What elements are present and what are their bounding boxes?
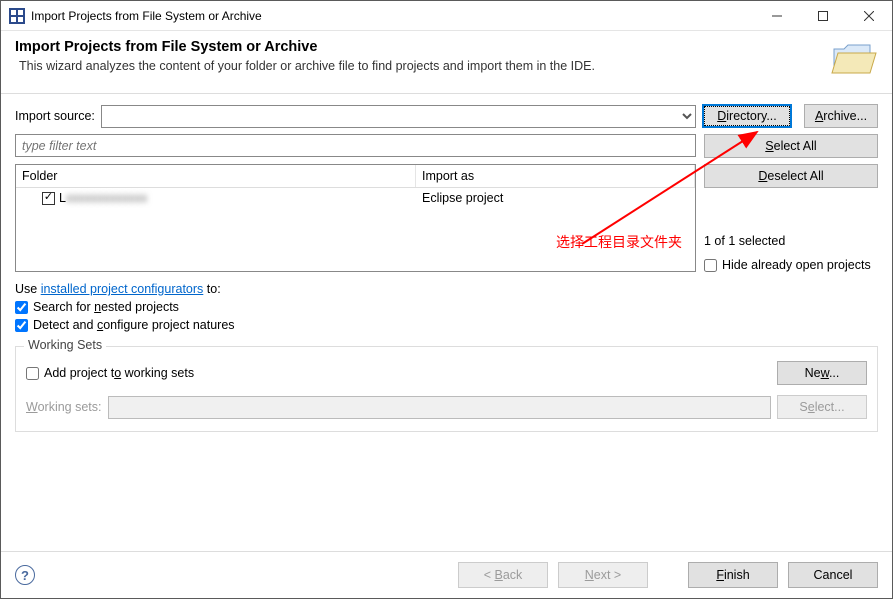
add-to-ws-label: Add project to working sets	[44, 366, 194, 380]
working-sets-title: Working Sets	[24, 338, 106, 352]
finish-button[interactable]: Finish	[688, 562, 778, 588]
hide-open-label: Hide already open projects	[722, 258, 871, 272]
table-header: Folder Import as	[16, 165, 695, 188]
wizard-content: Import source: Directory... Archive... S…	[1, 94, 892, 551]
search-nested-checkbox[interactable]	[15, 301, 28, 314]
table-row[interactable]: Lxxxxxxxxxxxxx Eclipse project	[16, 188, 695, 208]
folder-open-icon	[830, 39, 878, 79]
wizard-header: Import Projects from File System or Arch…	[1, 31, 892, 93]
cancel-button[interactable]: Cancel	[788, 562, 878, 588]
import-source-combo[interactable]	[101, 105, 696, 128]
window-title: Import Projects from File System or Arch…	[31, 9, 754, 23]
archive-button[interactable]: Archive...	[804, 104, 878, 128]
wizard-description: This wizard analyzes the content of your…	[19, 59, 822, 73]
filter-input[interactable]	[15, 134, 696, 157]
add-to-ws-row[interactable]: Add project to working sets	[26, 366, 771, 380]
detect-configure-label: Detect and configure project natures	[33, 318, 235, 332]
wizard-footer: ? < Back Next > Finish Cancel	[1, 551, 892, 598]
projects-table[interactable]: Folder Import as Lxxxxxxxxxxxxx Eclipse …	[15, 164, 696, 272]
working-sets-group: Working Sets Add project to working sets…	[15, 346, 878, 432]
maximize-button[interactable]	[800, 1, 846, 30]
row-checkbox[interactable]	[42, 192, 55, 205]
add-to-ws-checkbox[interactable]	[26, 367, 39, 380]
select-all-button[interactable]: Select All	[704, 134, 878, 158]
hide-open-checkbox[interactable]	[704, 259, 717, 272]
installed-configurators-link[interactable]: installed project configurators	[41, 282, 204, 296]
configurators-line: Use installed project configurators to:	[15, 282, 878, 296]
dialog-window: Import Projects from File System or Arch…	[0, 0, 893, 599]
col-folder[interactable]: Folder	[16, 165, 416, 187]
help-icon[interactable]: ?	[15, 565, 35, 585]
deselect-all-button[interactable]: Deselect All	[704, 164, 878, 188]
next-button: Next >	[558, 562, 648, 588]
import-source-label: Import source:	[15, 109, 95, 123]
working-sets-label: Working sets:	[26, 400, 102, 414]
new-ws-button[interactable]: New...	[777, 361, 867, 385]
titlebar: Import Projects from File System or Arch…	[1, 1, 892, 31]
app-icon	[9, 8, 25, 24]
search-nested-row[interactable]: Search for nested projects	[15, 300, 878, 314]
minimize-button[interactable]	[754, 1, 800, 30]
close-button[interactable]	[846, 1, 892, 30]
detect-configure-row[interactable]: Detect and configure project natures	[15, 318, 878, 332]
back-button: < Back	[458, 562, 548, 588]
import-source-row: Import source: Directory... Archive...	[15, 104, 878, 128]
directory-button[interactable]: Directory...	[702, 104, 792, 128]
row-import-as: Eclipse project	[416, 188, 695, 208]
row-folder-name: Lxxxxxxxxxxxxx	[59, 191, 147, 205]
search-nested-label: Search for nested projects	[33, 300, 179, 314]
window-controls	[754, 1, 892, 30]
detect-configure-checkbox[interactable]	[15, 319, 28, 332]
selection-status: 1 of 1 selected	[704, 234, 878, 248]
wizard-title: Import Projects from File System or Arch…	[15, 39, 822, 55]
col-import-as[interactable]: Import as	[416, 165, 695, 187]
hide-open-checkbox-row[interactable]: Hide already open projects	[704, 258, 878, 272]
select-ws-button: Select...	[777, 395, 867, 419]
annotation-text: 选择工程目录文件夹	[556, 232, 682, 252]
working-sets-combo	[108, 396, 772, 419]
